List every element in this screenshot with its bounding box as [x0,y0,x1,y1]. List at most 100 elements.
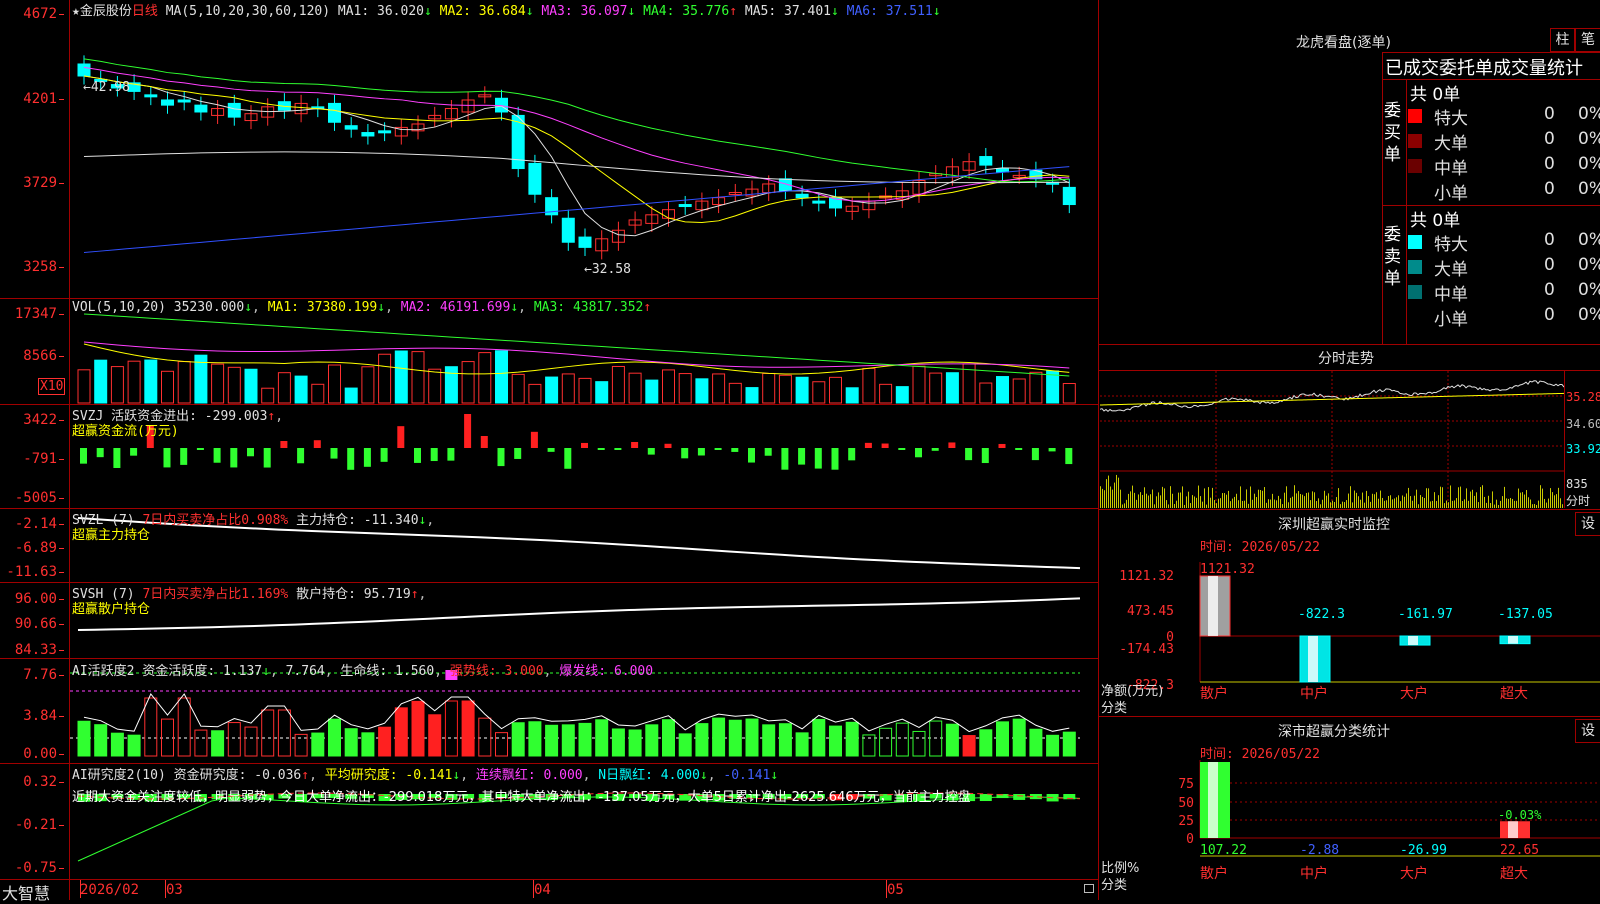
intraday-vol-bar [1430,501,1431,508]
volume-bar [127,360,141,404]
activity-bar [528,721,542,757]
legend-swatch [1408,134,1422,148]
intraday-vol-bar [1126,499,1127,508]
volume-bar [795,376,809,404]
flow-bar [230,448,238,468]
intraday-vol-bar [1514,500,1515,508]
intraday-vol-bar [1192,495,1193,508]
activity-bar [778,723,792,757]
intraday-chart[interactable] [1100,371,1565,508]
activity-bar [394,707,408,757]
volume-bar [177,361,191,404]
intraday-vol-bar [1380,490,1381,508]
intraday-vol-bar [1440,486,1441,508]
intraday-vol-bar [1144,487,1145,508]
flow-bar [347,448,355,470]
volume-bar [862,367,876,404]
intraday-vol-bar [1282,504,1283,508]
intraday-vol-bar [1424,498,1425,508]
intraday-vol-bar [1212,487,1213,508]
intraday-vol-bar [1404,496,1405,508]
order-row: 特大 0 0% [1408,104,1600,129]
flow-bar [597,448,605,450]
volume-bar [77,369,91,404]
flow-bar [764,448,772,456]
intraday-vol-bar [1142,495,1143,508]
volume-bar [528,383,542,404]
monitor-bar-shine [1208,576,1218,636]
monitor-chart[interactable]: 1121.32473.450-174.43-822.31121.32散户-822… [1100,552,1600,707]
monitor-settings-button[interactable]: 设 [1575,512,1600,536]
activity-bar [845,721,859,757]
svsh-axis: 96.00 90.66 84.33 [0,582,68,658]
order-type: 特大 [1434,235,1468,255]
class-settings-button[interactable]: 设 [1575,719,1600,743]
intraday-vol-bar [1132,485,1133,508]
bar-mode-button[interactable]: 柱 [1550,28,1575,52]
intraday-vol-bar [1546,502,1547,508]
intraday-vol-bar [1190,503,1191,508]
intraday-vol-bar [1394,498,1395,508]
price-tick: 3258 [23,259,64,275]
order-type: 小单 [1434,310,1468,330]
period-label[interactable]: 日线 [132,4,158,19]
lock-icon[interactable] [1084,884,1094,893]
ma-line-60 [83,151,1070,184]
activity-bar [94,724,108,757]
intraday-vol-bar [1304,496,1305,508]
lhb-title: 龙虎看盘(逐单) [1296,35,1391,51]
order-count: 0 [1544,305,1555,325]
intraday-vol-bar [1456,498,1457,508]
intraday-vol-bar [1376,492,1377,508]
intraday-vol-bar [1166,500,1167,508]
intraday-vol-bar [1224,493,1225,508]
intraday-vol-bar [1360,499,1361,508]
monitor-category: 中户 [1300,685,1328,702]
order-row: 中单 0 0% [1408,154,1600,179]
activity-line [83,693,1070,733]
monitor-value: -137.05 [1498,607,1553,622]
activity-bar [261,709,275,757]
intraday-vol-bar [1348,493,1349,508]
volume-bar [578,377,592,404]
candle [578,236,592,248]
flow-bar [330,448,338,459]
flow-bar [263,448,271,468]
intraday-vol-bar [1510,497,1511,508]
intraday-vol-bar [1518,488,1519,508]
legend-swatch [1408,285,1422,299]
volume-bar [1029,371,1043,404]
order-count: 0 [1544,129,1555,149]
activity-bar [227,722,241,757]
intraday-vol-bar [1176,500,1177,508]
monitor-category: 散户 [1200,685,1228,702]
intraday-vol-bar [1152,489,1153,508]
class-category: 散户 [1200,865,1228,882]
order-row: 大单 0 0% [1408,129,1600,154]
ma-item-6: MA6: 37.511↓ [846,4,941,19]
price-axis: 4672 4201 3729 3258 [0,0,68,298]
intraday-vol-bar [1466,488,1467,508]
intraday-vol-bar [1436,500,1437,508]
flow-bar [380,448,388,462]
activity-bar [795,732,809,757]
intraday-vol-bar [1122,504,1123,508]
star-icon[interactable]: ★ [72,4,80,19]
activity-bar [411,700,425,757]
intraday-vol-bar [1448,502,1449,508]
candle [979,156,993,166]
intraday-vol-bar [1556,494,1557,508]
activity-bar [545,724,559,757]
monitor-category: 超大 [1500,686,1528,702]
intraday-vol-bar [1120,489,1121,508]
ma-item-3: MA3: 36.097↓ [541,4,636,19]
candlestick-chart[interactable] [70,0,1098,298]
tick-mode-button[interactable]: 笔 [1575,28,1600,52]
stock-name[interactable]: 金辰股份 [80,4,132,19]
intraday-vol-bar [1208,487,1209,508]
class-stats-chart[interactable]: 75 50 25 0 107.22 散户 -2.88 中户 -26.99 大户 22.65 超大 -0.… [1100,760,1600,900]
intraday-vol-bar [1232,498,1233,508]
intraday-vol-bar [1300,494,1301,508]
class-extra: -0.03% [1498,808,1542,822]
volume-bar [277,372,291,404]
